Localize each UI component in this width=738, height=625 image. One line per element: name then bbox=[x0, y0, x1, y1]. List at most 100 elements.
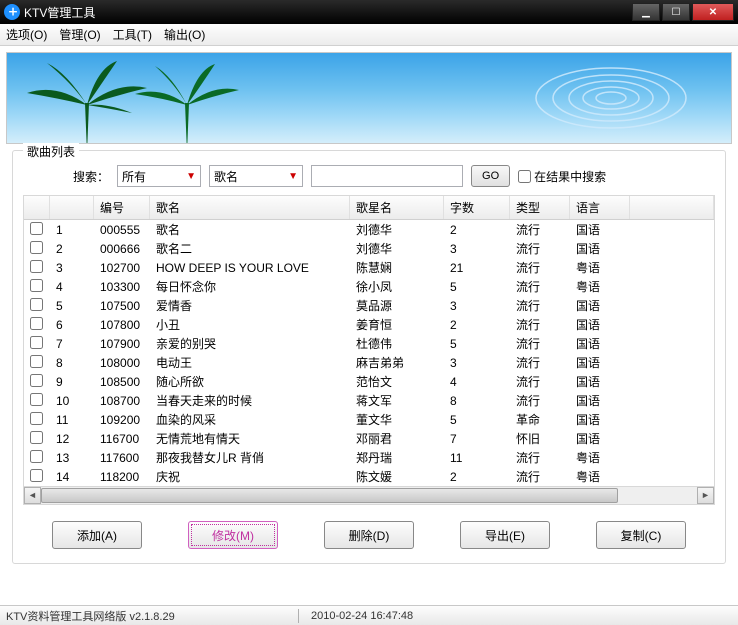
table-row[interactable]: 6107800小丑姜育恒2流行国语 bbox=[24, 315, 714, 334]
table-row[interactable]: 10108700当春天走来的时候蒋文军8流行国语 bbox=[24, 391, 714, 410]
table-row[interactable]: 14118200庆祝陈文媛2流行粤语 bbox=[24, 467, 714, 486]
search-label: 搜索： bbox=[73, 168, 109, 185]
cell-lang: 粤语 bbox=[570, 258, 630, 277]
cell-type: 流行 bbox=[510, 315, 570, 334]
minimize-button[interactable] bbox=[632, 3, 660, 21]
horizontal-scrollbar[interactable]: ◄ ► bbox=[24, 486, 714, 503]
row-checkbox[interactable] bbox=[30, 431, 43, 444]
menu-output[interactable]: 输出(O) bbox=[164, 26, 205, 43]
row-checkbox[interactable] bbox=[30, 355, 43, 368]
search-in-results-checkbox[interactable] bbox=[518, 170, 531, 183]
banner-image bbox=[6, 52, 732, 144]
cell-lang: 国语 bbox=[570, 239, 630, 258]
search-in-results-wrap[interactable]: 在结果中搜索 bbox=[518, 168, 606, 185]
cell-lang: 国语 bbox=[570, 296, 630, 315]
col-check[interactable] bbox=[24, 196, 50, 220]
col-name[interactable]: 歌名 bbox=[150, 196, 350, 220]
row-checkbox[interactable] bbox=[30, 412, 43, 425]
row-checkbox[interactable] bbox=[30, 374, 43, 387]
cell-lang: 国语 bbox=[570, 334, 630, 353]
cell-id: 107800 bbox=[94, 315, 150, 334]
table-row[interactable]: 8108000电动王麻吉弟弟3流行国语 bbox=[24, 353, 714, 372]
cell-rownum: 1 bbox=[50, 220, 94, 240]
row-checkbox[interactable] bbox=[30, 241, 43, 254]
cell-type: 流行 bbox=[510, 296, 570, 315]
search-input[interactable] bbox=[311, 165, 463, 187]
table-row[interactable]: 3102700HOW DEEP IS YOUR LOVE陈慧娴21流行粤语 bbox=[24, 258, 714, 277]
cell-rownum: 14 bbox=[50, 467, 94, 486]
cell-rownum: 10 bbox=[50, 391, 94, 410]
status-datetime: 2010-02-24 16:47:48 bbox=[311, 610, 413, 622]
row-checkbox[interactable] bbox=[30, 260, 43, 273]
cell-id: 107500 bbox=[94, 296, 150, 315]
col-lang[interactable]: 语言 bbox=[570, 196, 630, 220]
row-checkbox[interactable] bbox=[30, 279, 43, 292]
cell-count: 21 bbox=[444, 258, 510, 277]
table-row[interactable]: 1000555歌名刘德华2流行国语 bbox=[24, 220, 714, 240]
statusbar: KTV资料管理工具网络版 v2.1.8.29 2010-02-24 16:47:… bbox=[0, 605, 738, 625]
col-rownum[interactable] bbox=[50, 196, 94, 220]
col-extra[interactable] bbox=[630, 196, 714, 220]
cell-lang: 国语 bbox=[570, 410, 630, 429]
col-id[interactable]: 编号 bbox=[94, 196, 150, 220]
scroll-left-icon[interactable]: ◄ bbox=[24, 487, 41, 504]
cell-star: 董文华 bbox=[350, 410, 444, 429]
cell-id: 000555 bbox=[94, 220, 150, 240]
export-button[interactable]: 导出(E) bbox=[460, 521, 550, 549]
col-type[interactable]: 类型 bbox=[510, 196, 570, 220]
scroll-right-icon[interactable]: ► bbox=[697, 487, 714, 504]
row-checkbox[interactable] bbox=[30, 336, 43, 349]
row-checkbox[interactable] bbox=[30, 469, 43, 482]
row-checkbox[interactable] bbox=[30, 222, 43, 235]
menu-manage[interactable]: 管理(O) bbox=[59, 26, 100, 43]
row-checkbox[interactable] bbox=[30, 393, 43, 406]
table-row[interactable]: 5107500爱情香莫品源3流行国语 bbox=[24, 296, 714, 315]
cell-type: 流行 bbox=[510, 467, 570, 486]
cell-name: 歌名二 bbox=[150, 239, 350, 258]
col-count[interactable]: 字数 bbox=[444, 196, 510, 220]
search-scope-combo[interactable]: 所有 ▼ bbox=[117, 165, 201, 187]
copy-button[interactable]: 复制(C) bbox=[596, 521, 686, 549]
cell-rownum: 13 bbox=[50, 448, 94, 467]
cell-count: 2 bbox=[444, 467, 510, 486]
table-row[interactable]: 9108500随心所欲范怡文4流行国语 bbox=[24, 372, 714, 391]
cell-name: 随心所欲 bbox=[150, 372, 350, 391]
cell-count: 3 bbox=[444, 353, 510, 372]
col-star[interactable]: 歌星名 bbox=[350, 196, 444, 220]
cell-rownum: 3 bbox=[50, 258, 94, 277]
cell-star: 郑丹瑞 bbox=[350, 448, 444, 467]
cell-name: 歌名 bbox=[150, 220, 350, 240]
cell-star: 陈文媛 bbox=[350, 467, 444, 486]
cell-count: 5 bbox=[444, 334, 510, 353]
cell-lang: 粤语 bbox=[570, 448, 630, 467]
table-row[interactable]: 11109200血染的风采董文华5革命国语 bbox=[24, 410, 714, 429]
search-field-combo[interactable]: 歌名 ▼ bbox=[209, 165, 303, 187]
table-row[interactable]: 2000666歌名二刘德华3流行国语 bbox=[24, 239, 714, 258]
maximize-button[interactable] bbox=[662, 3, 690, 21]
cell-type: 怀旧 bbox=[510, 429, 570, 448]
window-controls bbox=[632, 3, 734, 21]
go-button[interactable]: GO bbox=[471, 165, 510, 187]
dropdown-icon: ▼ bbox=[288, 171, 298, 182]
edit-button[interactable]: 修改(M) bbox=[188, 521, 278, 549]
cell-type: 流行 bbox=[510, 448, 570, 467]
scroll-track[interactable] bbox=[41, 487, 697, 504]
menu-options[interactable]: 选项(O) bbox=[6, 26, 47, 43]
table-row[interactable]: 4103300每日怀念你徐小凤5流行粤语 bbox=[24, 277, 714, 296]
delete-button[interactable]: 删除(D) bbox=[324, 521, 414, 549]
row-checkbox[interactable] bbox=[30, 298, 43, 311]
cell-star: 徐小凤 bbox=[350, 277, 444, 296]
row-checkbox[interactable] bbox=[30, 450, 43, 463]
table-row[interactable]: 12116700无情荒地有情天邓丽君7怀旧国语 bbox=[24, 429, 714, 448]
close-button[interactable] bbox=[692, 3, 734, 21]
row-checkbox[interactable] bbox=[30, 317, 43, 330]
status-version: KTV资料管理工具网络版 v2.1.8.29 bbox=[6, 608, 286, 624]
action-buttons: 添加(A) 修改(M) 删除(D) 导出(E) 复制(C) bbox=[23, 521, 715, 549]
table-row[interactable]: 7107900亲爱的别哭杜德伟5流行国语 bbox=[24, 334, 714, 353]
cell-star: 刘德华 bbox=[350, 239, 444, 258]
table-row[interactable]: 13117600那夜我替女儿R 背俏郑丹瑞11流行粤语 bbox=[24, 448, 714, 467]
add-button[interactable]: 添加(A) bbox=[52, 521, 142, 549]
menu-tools[interactable]: 工具(T) bbox=[113, 26, 152, 43]
cell-star: 陈慧娴 bbox=[350, 258, 444, 277]
scroll-thumb[interactable] bbox=[41, 488, 618, 503]
